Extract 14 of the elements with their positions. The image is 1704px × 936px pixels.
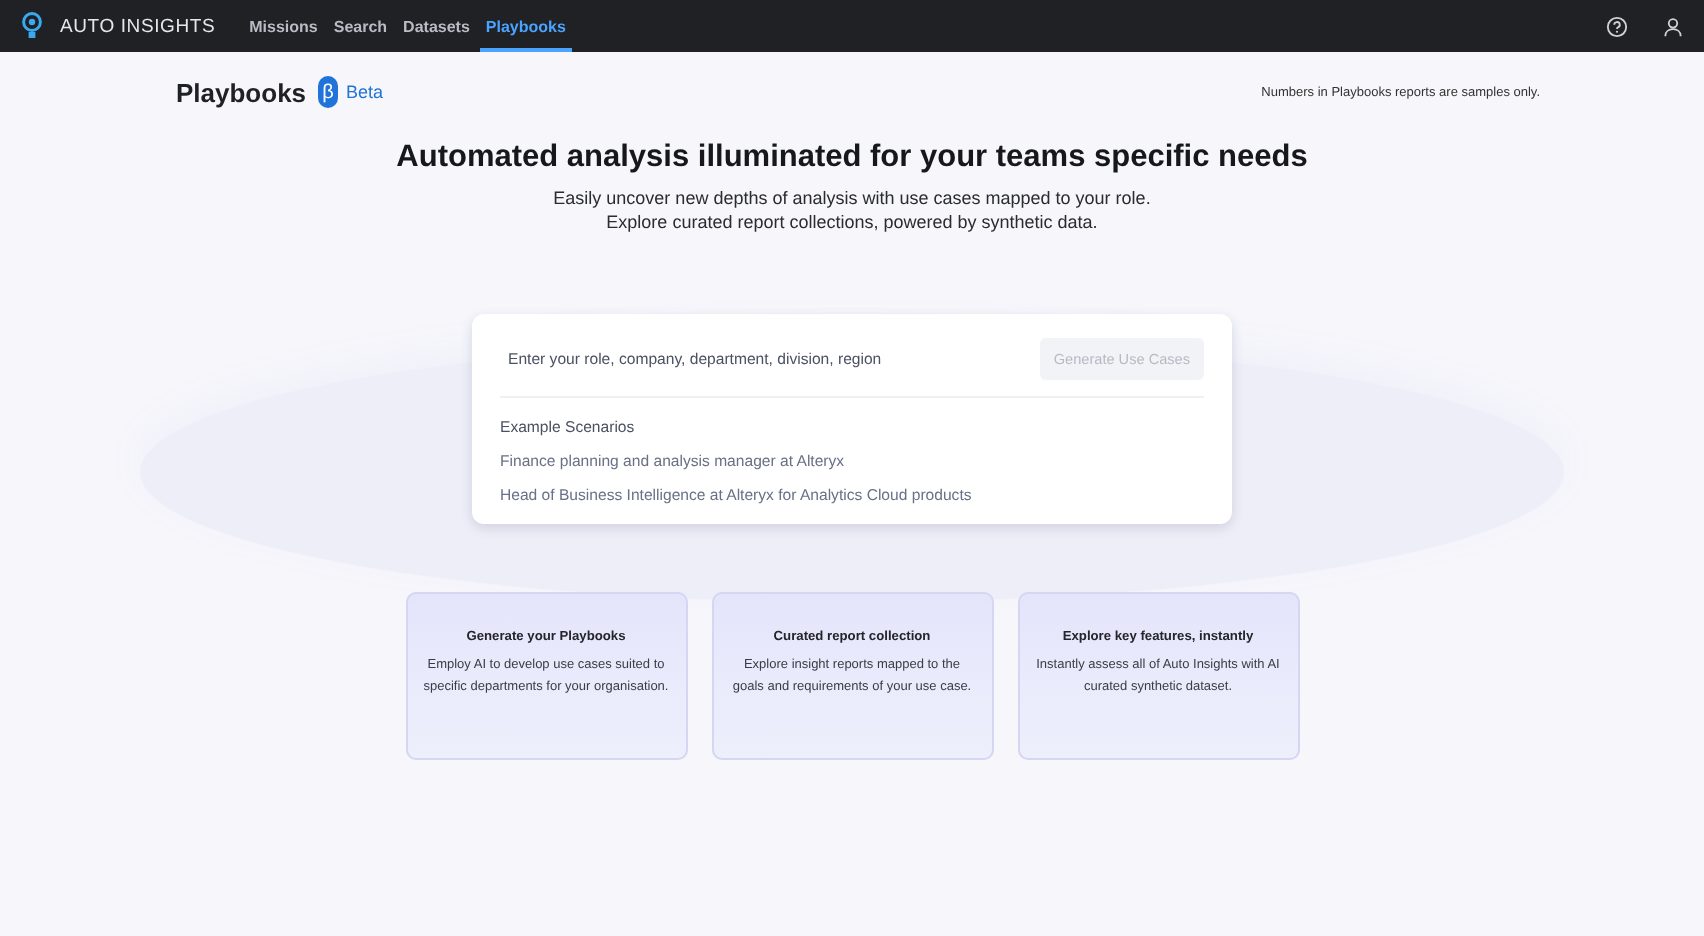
nav-tab[interactable]: Datasets — [397, 0, 476, 52]
brand-name: AUTO INSIGHTS — [60, 15, 216, 37]
hero-subtitle: Explore curated report collections, powered by synthetic data. — [604, 210, 1100, 234]
nav-tab[interactable]: Search — [327, 0, 394, 52]
hero-heading: Automated analysis illuminated for your teams specific needs — [394, 140, 1310, 176]
nav-tab[interactable]: Playbooks — [479, 0, 572, 52]
hero-subtitle: Easily uncover new depths of analysis with use cases mapped to your role. — [551, 186, 1153, 210]
help-icon[interactable] — [1606, 15, 1628, 37]
beta-badge: β — [318, 76, 339, 108]
nav-tab[interactable]: Missions — [243, 0, 324, 52]
user-icon[interactable] — [1662, 15, 1684, 37]
beta-label: Beta — [346, 82, 384, 102]
lightbulb-icon[interactable] — [20, 12, 44, 40]
page-title: Playbooks — [176, 77, 307, 107]
